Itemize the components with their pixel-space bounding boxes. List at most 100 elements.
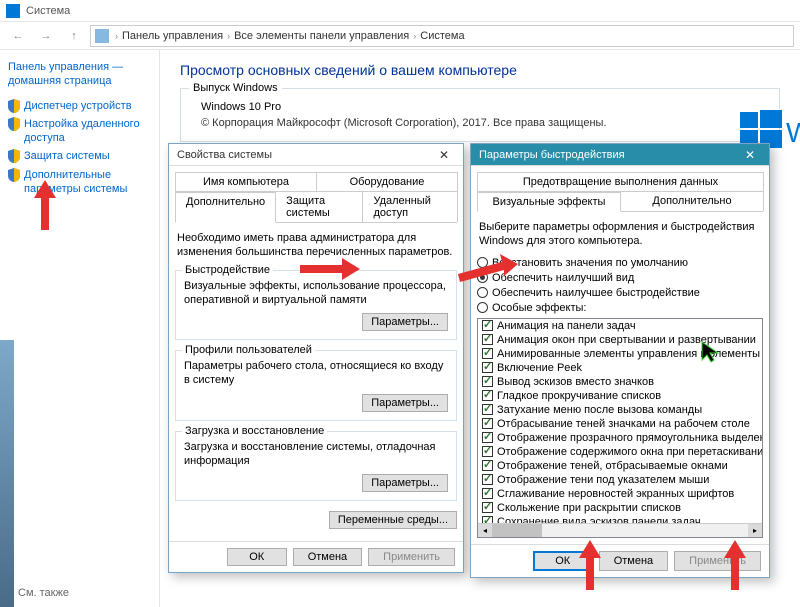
checklist-item[interactable]: Вывод эскизов вместо значков	[478, 375, 762, 389]
tab-system-protection[interactable]: Защита системы	[275, 191, 363, 222]
tab-inner-row: Визуальные эффекты Дополнительно	[477, 191, 763, 212]
checkbox-icon	[482, 488, 493, 499]
checklist-item[interactable]: Отбрасывание теней значками на рабочем с…	[478, 417, 762, 431]
system-icon	[6, 4, 20, 18]
shield-icon	[8, 168, 20, 182]
checklist-item[interactable]: Затухание меню после вызова команды	[478, 403, 762, 417]
radio-icon	[477, 257, 488, 268]
sidebar-link-remote-settings[interactable]: Настройка удаленного доступа	[8, 117, 151, 146]
user-profiles-group: Профили пользователей Параметры рабочего…	[175, 350, 457, 421]
scroll-right-arrow[interactable]: ▸	[748, 524, 762, 537]
performance-options-dialog: Параметры быстродействия ✕ Предотвращени…	[470, 143, 770, 578]
close-button[interactable]: ✕	[429, 146, 459, 164]
checkbox-icon	[482, 432, 493, 443]
checklist-item[interactable]: Анимация на панели задач	[478, 319, 762, 333]
user-profiles-settings-button[interactable]: Параметры...	[362, 394, 448, 412]
scroll-thumb[interactable]	[492, 524, 542, 537]
ok-button[interactable]: ОК	[227, 548, 287, 566]
checklist-item[interactable]: Анимированные элементы управления и элем…	[478, 347, 762, 361]
checklist-item[interactable]: Гладкое прокручивание списков	[478, 389, 762, 403]
window-title: Система	[26, 5, 70, 17]
checklist-item[interactable]: Включение Peek	[478, 361, 762, 375]
checkbox-icon	[482, 348, 493, 359]
product-name: Windows 10 Pro	[201, 101, 769, 113]
dialog-titlebar[interactable]: Свойства системы ✕	[169, 144, 463, 166]
checkbox-icon	[482, 460, 493, 471]
startup-settings-button[interactable]: Параметры...	[362, 474, 448, 492]
sidebar-link-device-manager[interactable]: Диспетчер устройств	[8, 99, 151, 113]
see-also-label: См. также	[14, 583, 73, 603]
tab-advanced[interactable]: Дополнительно	[175, 192, 276, 223]
radio-icon	[477, 287, 488, 298]
checklist-item[interactable]: Отображение тени под указателем мыши	[478, 473, 762, 487]
windows-logo: Wi	[740, 108, 800, 148]
sidebar-link-system-protection[interactable]: Защита системы	[8, 149, 151, 163]
checklist-item[interactable]: Сглаживание неровностей экранных шрифтов	[478, 487, 762, 501]
effects-checklist[interactable]: Анимация на панели задачАнимация окон пр…	[477, 318, 763, 538]
address-bar: ← → ↑ › Панель управления › Все элементы…	[0, 22, 800, 50]
sidebar: Панель управления — домашняя страница Ди…	[0, 50, 160, 607]
dialog-footer: ОК Отмена Применить	[471, 544, 769, 577]
tab-remote[interactable]: Удаленный доступ	[362, 191, 458, 222]
checkbox-icon	[482, 418, 493, 429]
nav-forward-button[interactable]: →	[34, 25, 58, 47]
tab-visual-effects[interactable]: Визуальные эффекты	[477, 192, 621, 212]
desktop-wallpaper-strip	[0, 340, 14, 607]
startup-recovery-group: Загрузка и восстановление Загрузка и вос…	[175, 431, 457, 502]
control-panel-home-link[interactable]: Панель управления — домашняя страница	[8, 60, 151, 89]
checkbox-icon	[482, 376, 493, 387]
radio-best-performance[interactable]: Обеспечить наилучшее быстродействие	[477, 287, 763, 299]
checklist-item[interactable]: Отображение прозрачного прямоугольника в…	[478, 431, 762, 445]
close-button[interactable]: ✕	[735, 146, 765, 164]
checkbox-icon	[482, 404, 493, 415]
nav-back-button[interactable]: ←	[6, 25, 30, 47]
system-properties-dialog: Свойства системы ✕ Имя компьютера Оборуд…	[168, 143, 464, 573]
shield-icon	[8, 99, 20, 113]
tab-computer-name[interactable]: Имя компьютера	[175, 172, 317, 191]
breadcrumb[interactable]: › Панель управления › Все элементы панел…	[90, 25, 794, 47]
checkbox-icon	[482, 362, 493, 373]
tab-dep[interactable]: Предотвращение выполнения данных	[477, 172, 764, 191]
cancel-button[interactable]: Отмена	[293, 548, 362, 566]
tab-hardware[interactable]: Оборудование	[316, 172, 458, 191]
nav-up-button[interactable]: ↑	[62, 25, 86, 47]
radio-icon	[477, 302, 488, 313]
horizontal-scrollbar[interactable]: ◂ ▸	[478, 523, 762, 537]
radio-best-appearance[interactable]: Обеспечить наилучший вид	[477, 272, 763, 284]
apply-button[interactable]: Применить	[368, 548, 455, 566]
radio-restore-defaults[interactable]: Восстановить значения по умолчанию	[477, 257, 763, 269]
performance-settings-button[interactable]: Параметры...	[362, 313, 448, 331]
checkbox-icon	[482, 446, 493, 457]
tab-advanced[interactable]: Дополнительно	[620, 191, 764, 211]
shield-icon	[8, 149, 20, 163]
checklist-item[interactable]: Анимация окон при свертывании и разверты…	[478, 333, 762, 347]
control-panel-icon	[95, 29, 109, 43]
copyright-text: © Корпорация Майкрософт (Microsoft Corpo…	[201, 117, 769, 129]
svg-text:Wi: Wi	[786, 117, 800, 148]
checklist-item[interactable]: Отображение содержимого окна при перетас…	[478, 445, 762, 459]
dialog-titlebar[interactable]: Параметры быстродействия ✕	[471, 144, 769, 166]
apply-button[interactable]: Применить	[674, 551, 761, 571]
environment-variables-button[interactable]: Переменные среды...	[329, 511, 457, 529]
tab-outer-row: Предотвращение выполнения данных	[477, 172, 763, 192]
checklist-item[interactable]: Скольжение при раскрытии списков	[478, 501, 762, 515]
sidebar-link-advanced-system[interactable]: Дополнительные параметры системы	[8, 168, 151, 197]
perf-hint: Выберите параметры оформления и быстроде…	[479, 220, 761, 249]
shield-icon	[8, 117, 20, 131]
admin-hint: Необходимо иметь права администратора дл…	[177, 231, 455, 260]
checkbox-icon	[482, 502, 493, 513]
dialog-footer: ОК Отмена Применить	[169, 541, 463, 572]
radio-custom[interactable]: Особые эффекты:	[477, 302, 763, 314]
checkbox-icon	[482, 390, 493, 401]
tabs-row-1: Имя компьютера Оборудование	[175, 172, 457, 192]
checkbox-icon	[482, 334, 493, 345]
scroll-left-arrow[interactable]: ◂	[478, 524, 492, 537]
performance-group: Быстродействие Визуальные эффекты, испол…	[175, 270, 457, 341]
cancel-button[interactable]: Отмена	[599, 551, 668, 571]
ok-button[interactable]: ОК	[533, 551, 593, 571]
page-heading: Просмотр основных сведений о вашем компь…	[180, 62, 780, 78]
checkbox-icon	[482, 320, 493, 331]
checklist-item[interactable]: Отображение теней, отбрасываемые окнами	[478, 459, 762, 473]
window-titlebar: Система	[0, 0, 800, 22]
windows-edition-group: Выпуск Windows Windows 10 Pro © Корпорац…	[180, 88, 780, 142]
